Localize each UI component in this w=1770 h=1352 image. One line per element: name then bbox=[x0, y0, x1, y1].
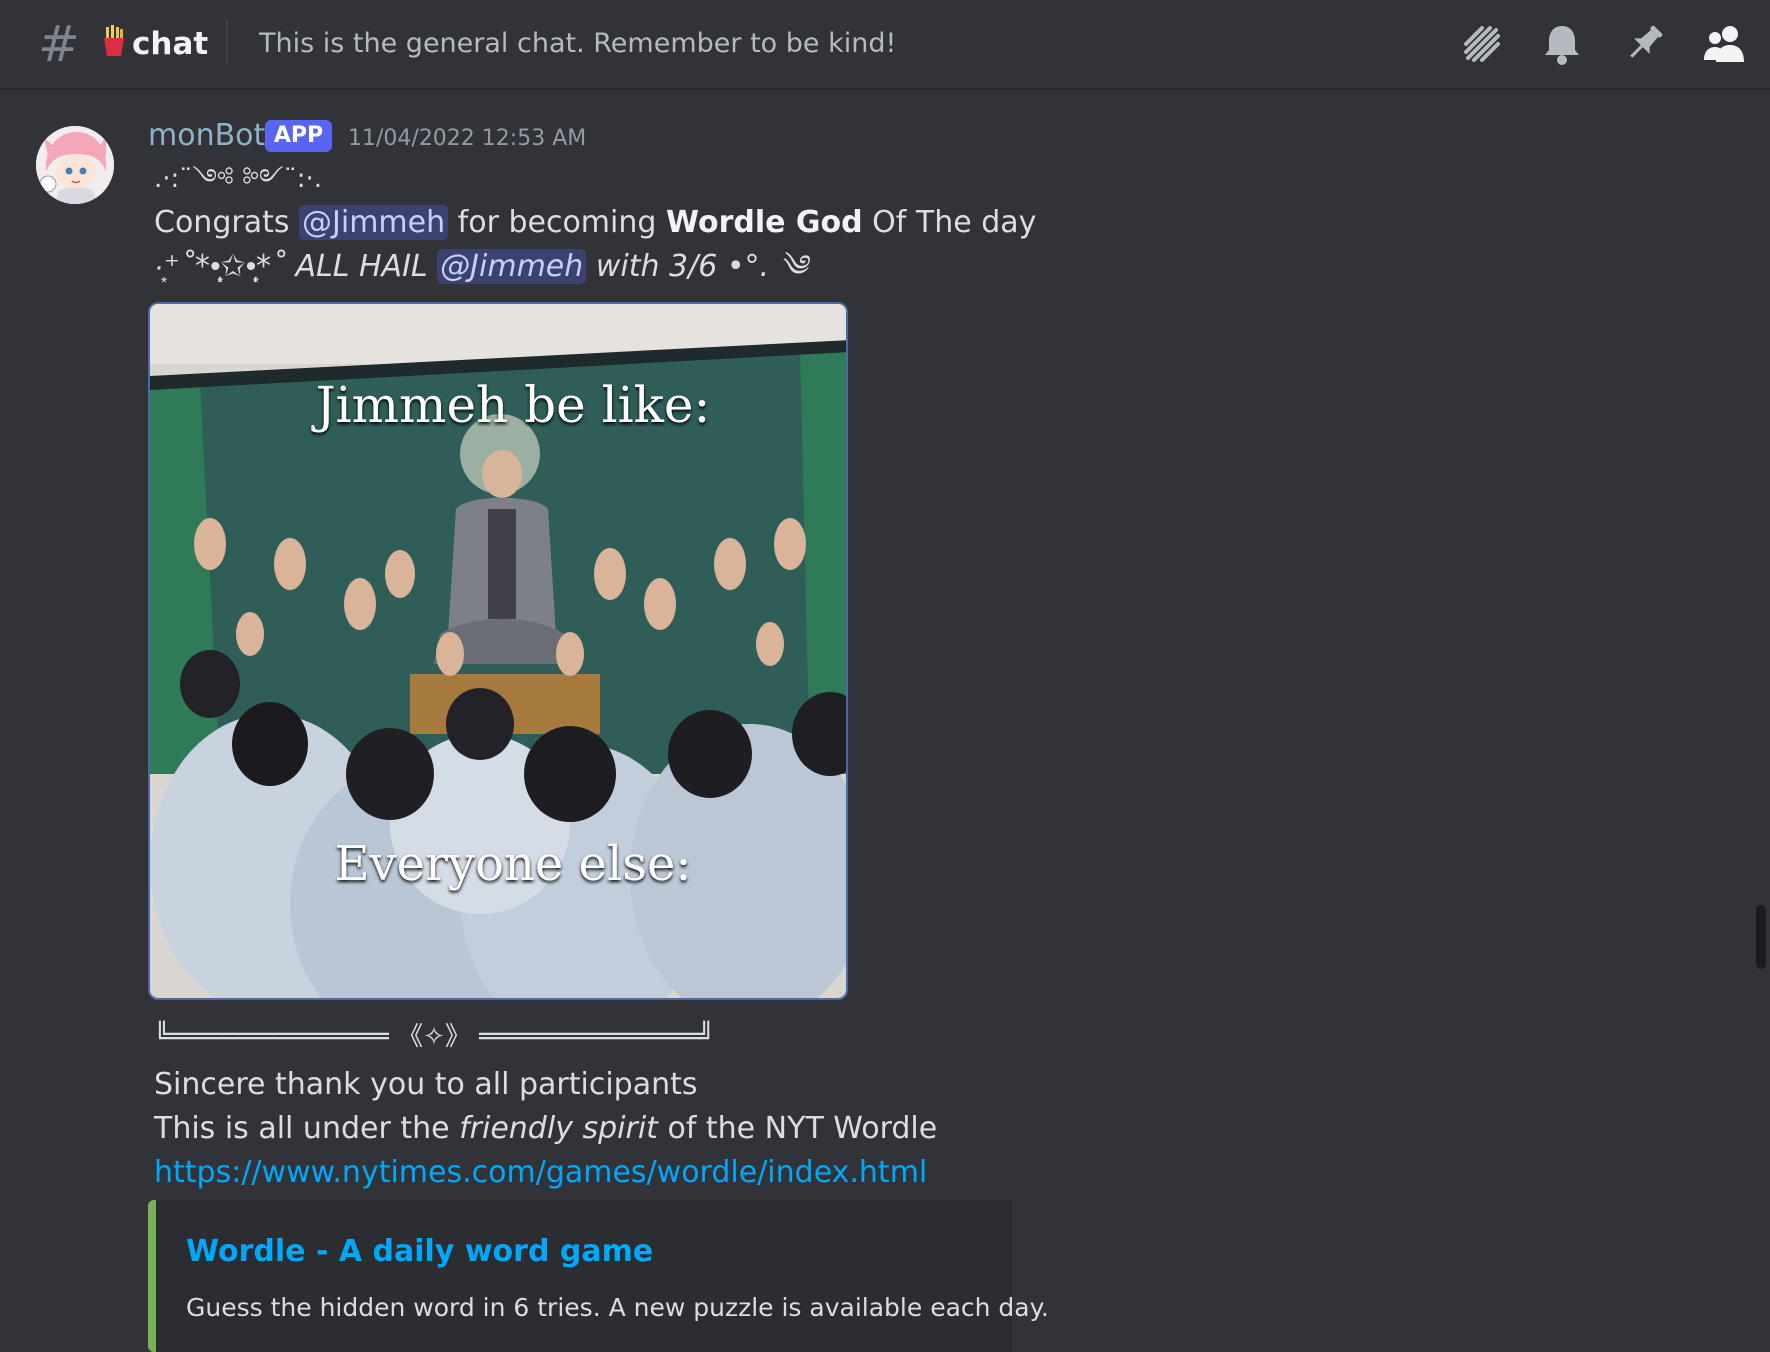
thanks-line: Sincere thank you to all participants bbox=[154, 1067, 698, 1102]
user-mention[interactable]: @Jimmeh bbox=[299, 205, 449, 240]
decorative-line: .·:¨༺ ༻¨:·. bbox=[154, 164, 323, 194]
avatar-image bbox=[36, 126, 114, 204]
embed-title[interactable]: Wordle - A daily word game bbox=[186, 1232, 653, 1272]
meme-top-caption: Jimmeh be like: bbox=[315, 376, 711, 434]
fries-emoji-icon bbox=[104, 25, 124, 56]
scrollbar[interactable] bbox=[1756, 905, 1766, 969]
header-divider bbox=[226, 20, 228, 64]
author-name[interactable]: monBot bbox=[148, 116, 265, 156]
wordle-link[interactable]: https://www.nytimes.com/games/wordle/ind… bbox=[154, 1152, 927, 1194]
channel-header: # chat This is the general chat. Remembe… bbox=[0, 0, 1770, 90]
congrats-prefix: Congrats bbox=[154, 205, 300, 240]
threads-icon[interactable] bbox=[1458, 20, 1506, 68]
hail-prefix: ·͙⁺˚*•̩̩͙✩•̩̩͙*˚ ALL HAIL bbox=[154, 249, 438, 284]
spirit-italic: friendly spirit bbox=[459, 1111, 658, 1146]
congrats-middle: for becoming bbox=[448, 205, 666, 240]
spirit-line: This is all under the friendly spirit of… bbox=[154, 1108, 937, 1150]
pin-icon[interactable] bbox=[1620, 20, 1668, 68]
meme-bottom-caption: Everyone else: bbox=[334, 836, 692, 892]
congrats-line: Congrats @Jimmeh for becoming Wordle God… bbox=[154, 202, 1036, 244]
channel-topic[interactable]: This is the general chat. Remember to be… bbox=[259, 24, 896, 64]
hail-suffix: with 3/6 •°. ༄ bbox=[586, 249, 808, 284]
app-badge: APP bbox=[265, 120, 332, 152]
spirit-prefix: This is all under the bbox=[154, 1111, 460, 1146]
channel-name[interactable]: chat bbox=[132, 22, 208, 66]
spirit-suffix: of the NYT Wordle bbox=[657, 1111, 938, 1146]
bell-icon[interactable] bbox=[1538, 20, 1586, 68]
member-list-icon[interactable] bbox=[1700, 20, 1748, 68]
avatar[interactable] bbox=[36, 126, 114, 204]
message-timestamp[interactable]: 11/04/2022 12:53 AM bbox=[348, 124, 586, 154]
congrats-title: Wordle God bbox=[665, 205, 863, 240]
separator-line: ╚══════════════ 《✧》 ══════════════╝ bbox=[154, 1022, 714, 1052]
user-mention[interactable]: @Jimmeh bbox=[437, 249, 587, 284]
embed-description: Guess the hidden word in 6 tries. A new … bbox=[186, 1293, 1049, 1322]
hail-line: ·͙⁺˚*•̩̩͙✩•̩̩͙*˚ ALL HAIL @Jimmeh with 3… bbox=[154, 246, 807, 288]
link-embed: Wordle - A daily word game Guess the hid… bbox=[148, 1200, 1049, 1352]
congrats-suffix: Of The day bbox=[862, 205, 1037, 240]
meme-image[interactable]: Jimmeh be like: Everyone else: bbox=[148, 302, 848, 1000]
hashtag-icon: # bbox=[38, 15, 80, 73]
